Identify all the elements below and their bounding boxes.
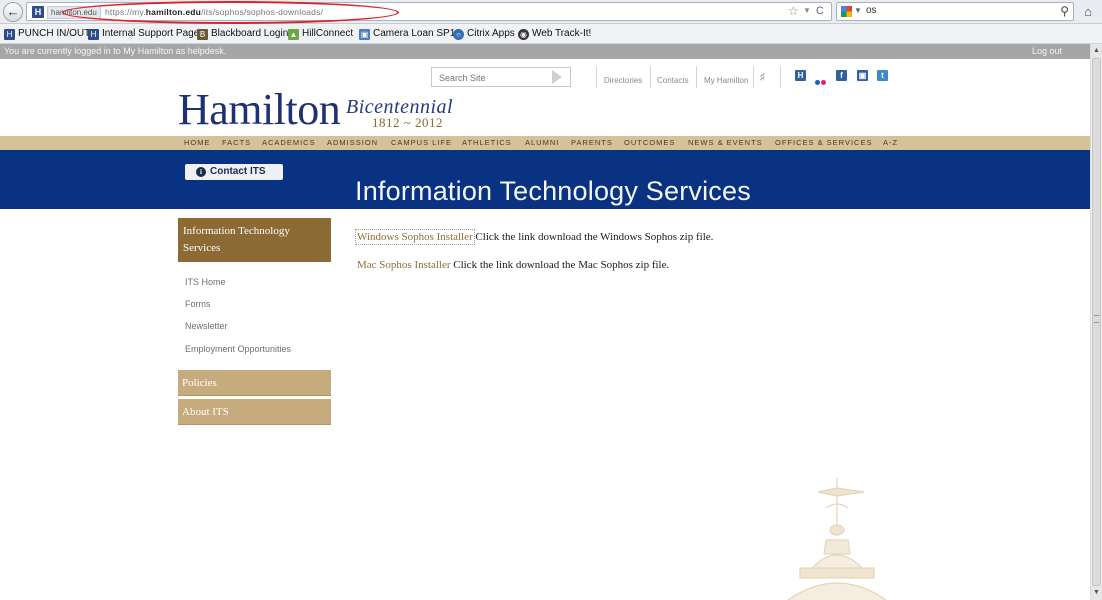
bookmark-hillconnect[interactable]: ▲ HillConnect (288, 27, 353, 41)
reload-icon[interactable]: C (816, 5, 824, 17)
bookmark-label: Blackboard Login (211, 28, 289, 39)
main-navigation: HOME FACTS ACADEMICS ADMISSION CAMPUS LI… (0, 136, 1090, 150)
hamilton-logo-wordmark[interactable]: Hamilton (178, 86, 341, 134)
mac-description: Click the link download the Mac Sophos z… (450, 259, 670, 271)
sidebar-header[interactable]: Information Technology Services (178, 218, 331, 262)
sidebar-section-policies[interactable]: Policies (178, 370, 331, 396)
hamilton-h-icon: H (4, 29, 15, 40)
login-status-text: You are currently logged in to My Hamilt… (4, 46, 227, 56)
utility-divider (753, 66, 754, 88)
site-favicon-icon: H (32, 6, 44, 18)
google-icon (841, 6, 852, 17)
nav-a-z[interactable]: A-Z (883, 138, 898, 148)
bookmark-label: Web Track-It! (532, 28, 592, 39)
sidebar-item-employment-opportunities[interactable]: Employment Opportunities (185, 344, 291, 354)
flickr-icon[interactable] (815, 72, 829, 85)
browser-window: { "browser": { "url_prefix": "https://my… (0, 0, 1102, 600)
hamilton-social-icon[interactable]: H (795, 70, 806, 81)
nav-outcomes[interactable]: OUTCOMES (624, 138, 675, 148)
directories-link[interactable]: Directories (604, 76, 642, 85)
hillconnect-icon: ▲ (288, 29, 299, 40)
contacts-link[interactable]: Contacts (657, 76, 689, 85)
search-go-arrow-icon[interactable] (552, 70, 562, 84)
blackboard-icon: B (197, 29, 208, 40)
nav-athletics[interactable]: ATHLETICS (462, 138, 512, 148)
utility-divider (650, 66, 651, 88)
bookmark-label: Camera Loan SP12 (373, 28, 461, 39)
sidebar-header-line1: Information Technology (183, 225, 290, 237)
bookmark-punch-in-out[interactable]: H PUNCH IN/OUT (4, 27, 90, 41)
mac-sophos-installer-link[interactable]: Mac Sophos Installer (357, 259, 450, 271)
site-search-input[interactable] (432, 69, 542, 87)
speaker-icon[interactable]: ♯ (760, 72, 765, 83)
nav-alumni[interactable]: ALUMNI (525, 138, 559, 148)
content-windows-row: Windows Sophos Installer Click the link … (355, 229, 714, 245)
bookmark-web-track-it[interactable]: ◉ Web Track-It! (518, 27, 591, 41)
vertical-scrollbar[interactable]: ▲ ▼ (1090, 44, 1102, 600)
bookmark-internal-support-page[interactable]: H Internal Support Page (88, 27, 199, 41)
bookmark-label: Citrix Apps (467, 28, 515, 39)
scroll-down-arrow-icon[interactable]: ▼ (1091, 586, 1102, 600)
bookmark-blackboard-login[interactable]: B Blackboard Login (197, 27, 288, 41)
nav-academics[interactable]: ACADEMICS (262, 138, 316, 148)
scroll-grip-icon (1094, 315, 1099, 323)
sidebar-item-forms[interactable]: Forms (185, 299, 211, 309)
annotation-red-oval (62, 1, 399, 24)
bookmark-star-icon[interactable]: ☆ (788, 4, 799, 18)
nav-admission[interactable]: ADMISSION (327, 138, 378, 148)
facebook-icon[interactable]: f (836, 70, 847, 81)
content-mac-row: Mac Sophos Installer Click the link down… (357, 258, 669, 272)
home-button[interactable]: ⌂ (1079, 3, 1097, 21)
bookmark-label: Internal Support Page (102, 28, 200, 39)
browser-search-box[interactable]: ▼ os ⚲ (836, 2, 1074, 21)
page-title: Information Technology Services (355, 176, 751, 206)
twitter-icon[interactable]: t (877, 70, 888, 81)
login-status-bar: You are currently logged in to My Hamilt… (0, 44, 1090, 59)
utility-divider (696, 66, 697, 88)
scrollbar-thumb[interactable] (1092, 58, 1101, 586)
bicentennial-years: 1812 ~ 2012 (372, 115, 444, 130)
bookmark-citrix-apps[interactable]: ○ Citrix Apps (453, 27, 515, 41)
scroll-up-arrow-icon[interactable]: ▲ (1091, 44, 1102, 58)
nav-parents[interactable]: PARENTS (571, 138, 613, 148)
sidebar-header-line2: Services (183, 242, 221, 254)
bookmark-label: PUNCH IN/OUT (18, 28, 91, 39)
browser-toolbar: ← H hamilton.edu https://my.hamilton.edu… (0, 0, 1102, 24)
back-arrow-icon: ← (6, 4, 20, 19)
nav-offices-services[interactable]: OFFICES & SERVICES (775, 138, 872, 148)
sidebar-item-its-home[interactable]: ITS Home (185, 277, 226, 287)
camera-icon: ▣ (359, 29, 370, 40)
bookmark-label: HillConnect (302, 28, 354, 39)
hamilton-h-icon: H (88, 29, 99, 40)
my-hamilton-link[interactable]: My Hamilton (704, 76, 748, 85)
sidebar-item-newsletter[interactable]: Newsletter (185, 321, 228, 331)
url-history-dropdown-icon[interactable]: ▼ (803, 6, 811, 15)
info-icon: i (196, 167, 206, 177)
back-button[interactable]: ← (3, 2, 23, 22)
utility-divider (780, 66, 781, 88)
windows-description: Click the link download the Windows Soph… (472, 231, 714, 243)
trackit-icon: ◉ (518, 29, 529, 40)
nav-home[interactable]: HOME (184, 138, 211, 148)
citrix-icon: ○ (453, 29, 464, 40)
windows-sophos-installer-link[interactable]: Windows Sophos Installer (355, 229, 475, 245)
cupola-weathervane-illustration (787, 478, 887, 600)
search-engine-dropdown-icon[interactable]: ▼ (854, 6, 862, 15)
contact-its-button[interactable]: i Contact ITS (185, 164, 283, 180)
page-banner: i Contact ITS Information Technology Ser… (0, 150, 1090, 209)
nav-facts[interactable]: FACTS (222, 138, 251, 148)
logout-link[interactable]: Log out (1032, 46, 1062, 57)
nav-campus-life[interactable]: CAMPUS LIFE (391, 138, 452, 148)
search-icon[interactable]: ⚲ (1060, 4, 1069, 18)
nav-news-events[interactable]: NEWS & EVENTS (688, 138, 763, 148)
bookmarks-toolbar: H PUNCH IN/OUT H Internal Support Page B Bl… (0, 24, 1102, 44)
search-query-text[interactable]: os (866, 5, 877, 16)
utility-divider (596, 66, 597, 88)
picture-gallery-icon[interactable]: ▣ (857, 70, 868, 81)
site-search-box (431, 67, 571, 87)
home-icon: ⌂ (1084, 4, 1092, 19)
sidebar-section-about-its[interactable]: About ITS (178, 399, 331, 425)
bookmark-camera-loan[interactable]: ▣ Camera Loan SP12 (359, 27, 461, 41)
contact-its-label: Contact ITS (210, 166, 266, 177)
